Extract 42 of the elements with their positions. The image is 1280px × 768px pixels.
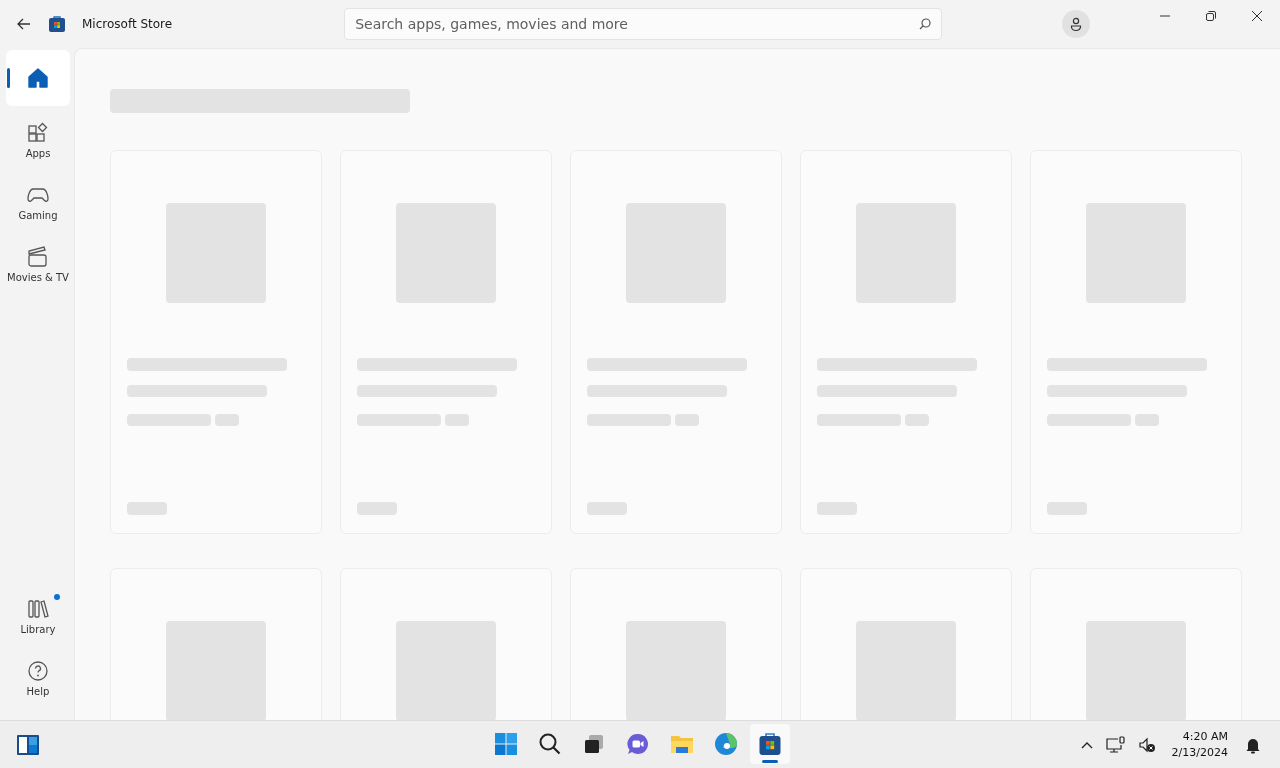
gaming-nav-item[interactable]: Gaming bbox=[6, 174, 70, 230]
widgets-icon[interactable] bbox=[16, 733, 40, 756]
search-field[interactable]: Search apps, games, movies and more bbox=[344, 8, 943, 40]
library-nav-item[interactable]: Library bbox=[6, 588, 70, 644]
count-placeholder bbox=[215, 414, 239, 426]
store-logo-icon bbox=[48, 15, 66, 33]
price-placeholder bbox=[127, 502, 167, 515]
account-button[interactable] bbox=[1062, 10, 1091, 38]
home-nav-item[interactable] bbox=[6, 50, 70, 106]
video-chat-icon bbox=[626, 732, 650, 756]
price-placeholder bbox=[817, 502, 857, 515]
clapperboard-icon bbox=[27, 245, 49, 268]
count-placeholder bbox=[675, 414, 699, 426]
search-icon bbox=[538, 732, 562, 756]
help-icon bbox=[27, 659, 49, 682]
close-icon bbox=[1251, 10, 1263, 22]
restore-icon bbox=[1205, 10, 1217, 22]
movies-nav-item[interactable]: Movies & TV bbox=[6, 236, 70, 292]
count-placeholder bbox=[905, 414, 929, 426]
window-title: Microsoft Store bbox=[82, 17, 173, 31]
apps-nav-item[interactable]: Apps bbox=[6, 112, 70, 168]
browser-icon bbox=[714, 732, 738, 756]
search-icon bbox=[918, 17, 933, 31]
home-icon bbox=[27, 67, 49, 89]
books-icon bbox=[27, 597, 49, 620]
count-placeholder bbox=[1135, 414, 1159, 426]
store-icon bbox=[758, 732, 782, 756]
back-arrow-icon bbox=[16, 16, 32, 32]
price-placeholder bbox=[1047, 502, 1087, 515]
clock-date: 2/13/2024 bbox=[1171, 744, 1228, 761]
clock-time: 4:20 AM bbox=[1182, 728, 1228, 745]
clock[interactable]: 4:20 AM 2/13/2024 bbox=[1167, 728, 1232, 761]
speaker-muted-icon[interactable] bbox=[1137, 736, 1156, 753]
task-view-icon bbox=[583, 733, 605, 755]
apps-grid-icon bbox=[27, 121, 49, 144]
store-taskbar-button[interactable] bbox=[750, 724, 790, 764]
help-nav-item[interactable]: Help bbox=[6, 650, 70, 706]
price-placeholder bbox=[357, 502, 397, 515]
price-placeholder bbox=[587, 502, 627, 515]
windows-logo-icon bbox=[494, 732, 518, 756]
count-placeholder bbox=[445, 414, 469, 426]
network-icon[interactable] bbox=[1105, 735, 1126, 754]
